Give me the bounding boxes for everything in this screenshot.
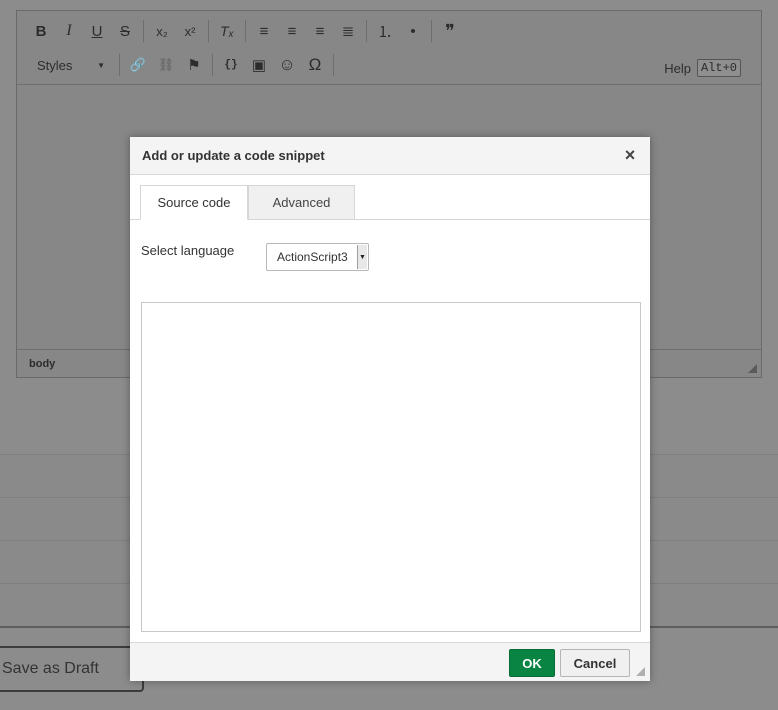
unlink-icon[interactable]: ⛓	[152, 51, 180, 79]
anchor-flag-icon[interactable]: ⚑	[180, 51, 208, 79]
dialog-tabs: Source code Advanced	[130, 175, 650, 220]
editor-toolbar-row-1: B I U S x₂ x² Tₓ ≡ ≡ ≡ ≣ ⒈ • ❞	[27, 17, 464, 45]
language-select-value: ActionScript3	[277, 250, 348, 264]
editor-toolbar-row-2: Styles ▼ 🔗 ⛓ ⚑ {} ▣ ☺ Ω	[27, 51, 338, 79]
cancel-button[interactable]: Cancel	[560, 649, 630, 677]
help-shortcut: Alt+0	[696, 59, 741, 77]
clear-formatting-icon[interactable]: Tₓ	[213, 17, 241, 45]
save-as-draft-button[interactable]: Save as Draft	[0, 646, 144, 692]
align-center-icon[interactable]: ≡	[278, 17, 306, 45]
align-justify-icon[interactable]: ≣	[334, 17, 362, 45]
toolbar-divider	[212, 54, 213, 76]
bulleted-list-icon[interactable]: •	[399, 17, 427, 45]
caret-down-icon: ▼	[97, 60, 105, 70]
numbered-list-icon[interactable]: ⒈	[371, 17, 399, 45]
help-label: Help	[664, 60, 691, 76]
toolbar-border	[17, 84, 761, 85]
ok-button[interactable]: OK	[509, 649, 555, 677]
strikethrough-icon[interactable]: S	[111, 17, 139, 45]
smiley-icon[interactable]: ☺	[273, 51, 301, 79]
align-right-icon[interactable]: ≡	[306, 17, 334, 45]
toolbar-divider	[208, 20, 209, 42]
link-icon[interactable]: 🔗	[124, 51, 152, 79]
select-language-label: Select language	[141, 243, 235, 258]
special-character-icon[interactable]: Ω	[301, 51, 329, 79]
subscript-icon[interactable]: x₂	[148, 17, 176, 45]
toolbar-divider	[366, 20, 367, 42]
code-snippet-icon[interactable]: {}	[217, 51, 245, 79]
dialog-resize-handle-icon[interactable]	[636, 667, 645, 676]
toolbar-divider	[431, 20, 432, 42]
caret-down-icon: ▼	[357, 245, 367, 269]
italic-icon[interactable]: I	[55, 17, 83, 45]
toolbar-divider	[333, 54, 334, 76]
toolbar-divider	[245, 20, 246, 42]
dialog-footer: OK Cancel	[130, 642, 650, 681]
styles-dropdown[interactable]: Styles ▼	[27, 51, 115, 79]
image-icon[interactable]: ▣	[245, 51, 273, 79]
underline-icon[interactable]: U	[83, 17, 111, 45]
dialog-header: Add or update a code snippet ×	[130, 137, 650, 175]
toolbar-divider	[119, 54, 120, 76]
dialog-title: Add or update a code snippet	[142, 148, 325, 163]
code-snippet-dialog: Add or update a code snippet × Source co…	[130, 137, 650, 681]
tab-source-code[interactable]: Source code	[140, 185, 248, 220]
close-icon[interactable]: ×	[622, 146, 638, 164]
toolbar-divider	[143, 20, 144, 42]
superscript-icon[interactable]: x²	[176, 17, 204, 45]
bold-icon[interactable]: B	[27, 17, 55, 45]
resize-handle-icon[interactable]	[748, 364, 757, 373]
language-select[interactable]: ActionScript3 ▼	[266, 243, 369, 271]
help-hint: Help Alt+0	[664, 59, 741, 77]
blockquote-icon[interactable]: ❞	[436, 17, 464, 45]
element-path[interactable]: body	[29, 358, 55, 370]
styles-label: Styles	[37, 57, 73, 73]
save-as-draft-label: Save as Draft	[2, 660, 99, 677]
align-left-icon[interactable]: ≡	[250, 17, 278, 45]
tab-advanced[interactable]: Advanced	[248, 185, 355, 220]
source-code-textarea[interactable]	[141, 302, 641, 632]
